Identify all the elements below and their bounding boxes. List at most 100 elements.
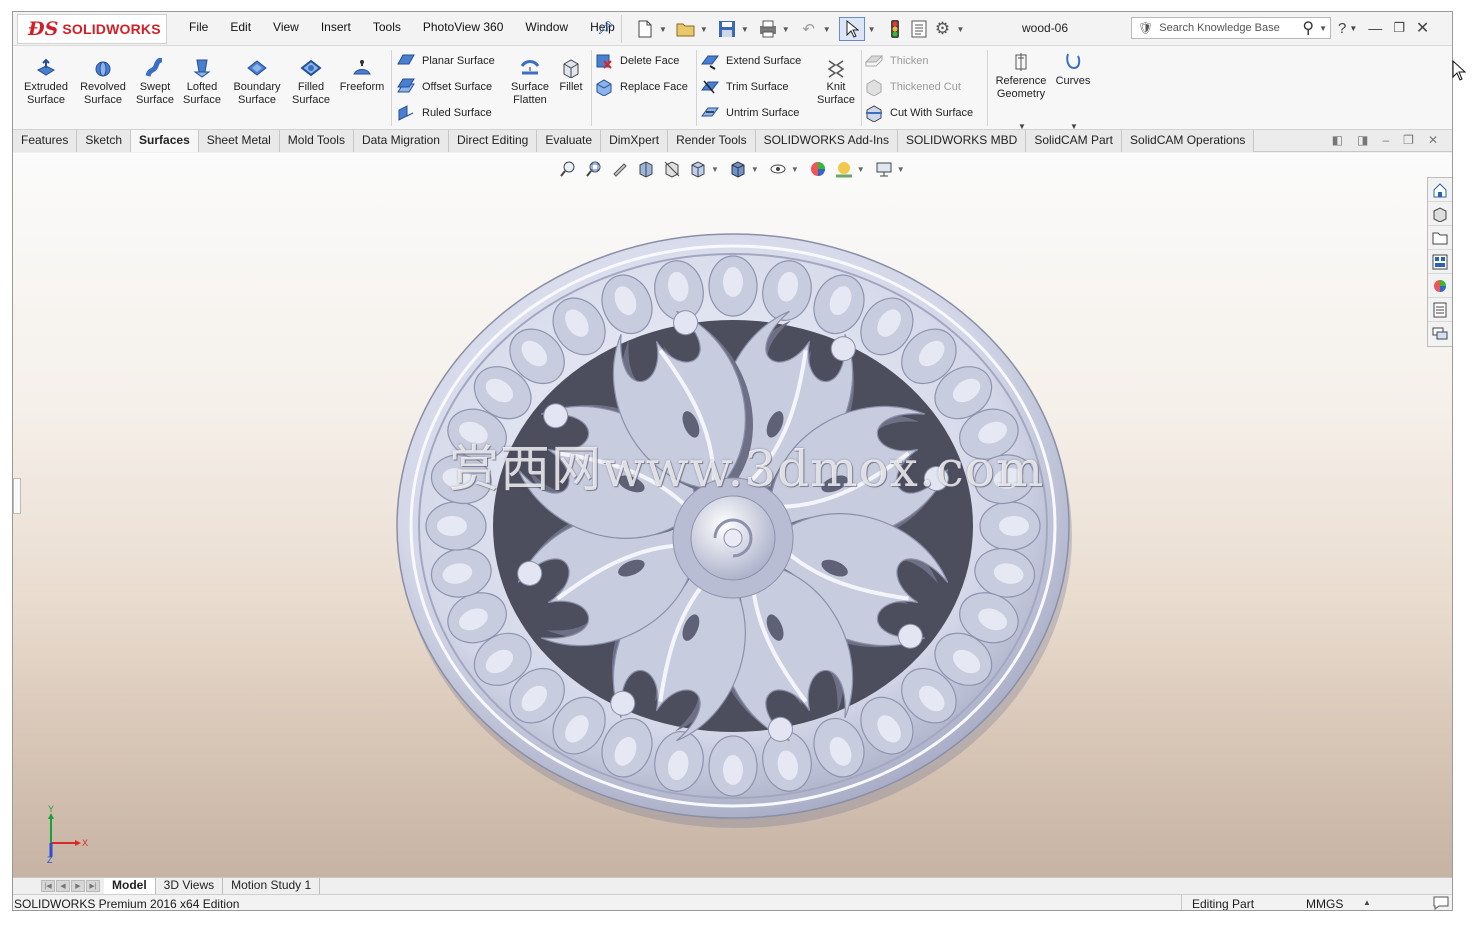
menu-file[interactable]: File <box>189 20 208 34</box>
select-dropdown-icon[interactable]: ▼ <box>868 25 876 34</box>
thicken-label: Thicken <box>890 55 929 67</box>
tab-data-migration[interactable]: Data Migration <box>353 130 449 152</box>
undo-icon[interactable]: ↶ <box>798 17 820 41</box>
search-dropdown-icon[interactable]: ▼ <box>1319 24 1327 33</box>
tab-evaluate[interactable]: Evaluate <box>537 130 602 152</box>
untrim-surface-button[interactable]: Untrim Surface <box>701 103 799 123</box>
boundary-surface-button[interactable]: Boundary Surface <box>228 58 286 107</box>
viewport-minimize-icon[interactable]: – <box>1382 133 1389 147</box>
dock-right-icon[interactable]: ◨ <box>1357 133 1368 147</box>
new-dropdown-icon[interactable]: ▼ <box>659 25 667 34</box>
menu-insert[interactable]: Insert <box>321 20 351 34</box>
print-dropdown-icon[interactable]: ▼ <box>782 25 790 34</box>
freeform-button[interactable]: Freeform <box>333 58 391 94</box>
replace-face-button[interactable]: Replace Face <box>595 77 688 97</box>
tab-sheet-metal[interactable]: Sheet Metal <box>198 130 280 152</box>
reference-geometry-button[interactable]: Reference Geometry <box>993 52 1049 101</box>
tab-render-tools[interactable]: Render Tools <box>668 130 756 152</box>
solidworks-window: ƉS SOLIDWORKS File Edit View Insert Tool… <box>12 11 1453 911</box>
menu-edit[interactable]: Edit <box>230 20 251 34</box>
tab-sketch[interactable]: Sketch <box>77 130 132 152</box>
extend-surface-button[interactable]: Extend Surface <box>701 51 801 71</box>
undo-dropdown-icon[interactable]: ▼ <box>823 25 831 34</box>
delete-face-button[interactable]: Delete Face <box>595 51 679 71</box>
filled-surface-button[interactable]: Filled Surface <box>282 58 340 107</box>
graphics-area[interactable]: ▼ ▼ ▼ ▼ ▼ 赏西网www.3dmox.com Y X Z <box>13 153 1453 877</box>
units-selector[interactable]: MMGS <box>1306 897 1343 910</box>
save-icon[interactable] <box>716 17 738 41</box>
print-icon[interactable] <box>757 17 779 41</box>
triad-x-label: X <box>82 838 88 848</box>
scroll-first-icon[interactable]: |◀ <box>41 880 55 892</box>
tab-direct-editing[interactable]: Direct Editing <box>448 130 538 152</box>
scroll-last-icon[interactable]: ▶| <box>86 880 100 892</box>
cut-with-surface-button[interactable]: Cut With Surface <box>865 103 973 123</box>
solidworks-logo[interactable]: ƉS SOLIDWORKS <box>17 14 167 44</box>
offset-surface-button[interactable]: Offset Surface <box>397 77 492 97</box>
status-bar: SOLIDWORKS Premium 2016 x64 Edition Edit… <box>13 894 1452 910</box>
tab-surfaces[interactable]: Surfaces <box>131 130 199 152</box>
tab-motion-study[interactable]: Motion Study 1 <box>223 878 321 894</box>
tab-solidworks-mbd[interactable]: SOLIDWORKS MBD <box>897 130 1027 152</box>
tab-3d-views[interactable]: 3D Views <box>156 878 224 894</box>
tab-solidcam-part[interactable]: SolidCAM Part <box>1026 130 1123 152</box>
minimize-icon[interactable]: ― <box>1368 20 1382 36</box>
options-dropdown-icon[interactable]: ▼ <box>957 25 965 34</box>
carved-rosette-model[interactable] <box>13 153 1453 877</box>
search-input[interactable]: Search Knowledge Base <box>1159 22 1302 34</box>
restore-icon[interactable]: ❐ <box>1393 20 1405 36</box>
menu-photoview[interactable]: PhotoView 360 <box>423 20 504 34</box>
menu-view[interactable]: View <box>273 20 299 34</box>
trim-surface-button[interactable]: Trim Surface <box>701 77 789 97</box>
rebuild-traffic-light-icon[interactable] <box>884 17 906 41</box>
curves-button[interactable]: Curves <box>1047 52 1099 88</box>
help-icon[interactable]: ? <box>1338 20 1346 37</box>
ruled-surface-button[interactable]: Ruled Surface <box>397 103 492 123</box>
reference-geometry-label: Reference Geometry <box>995 75 1047 100</box>
revolved-surface-button[interactable]: Revolved Surface <box>74 58 132 107</box>
tab-features[interactable]: Features <box>13 130 78 152</box>
dock-left-icon[interactable]: ◧ <box>1332 133 1343 147</box>
extruded-surface-label: Extruded Surface <box>23 81 69 106</box>
file-properties-icon[interactable] <box>908 17 930 41</box>
open-folder-icon[interactable] <box>675 17 697 41</box>
untrim-surface-label: Untrim Surface <box>726 107 800 119</box>
options-gear-icon[interactable]: ⚙ <box>932 17 954 41</box>
tab-mold-tools[interactable]: Mold Tools <box>279 130 354 152</box>
ribbon-separator <box>591 50 592 126</box>
select-arrow-icon[interactable] <box>838 17 865 41</box>
tab-dimxpert[interactable]: DimXpert <box>601 130 669 152</box>
viewport-close-icon[interactable]: ✕ <box>1428 133 1438 147</box>
chat-bubble-icon[interactable] <box>1433 896 1449 910</box>
scroll-prev-icon[interactable]: ◀ <box>56 880 70 892</box>
lofted-surface-button[interactable]: Lofted Surface <box>173 58 231 107</box>
planar-surface-button[interactable]: Planar Surface <box>397 51 495 71</box>
thicken-button[interactable]: Thicken <box>865 51 929 71</box>
search-knowledge-base[interactable]: 🛡︎ Search Knowledge Base ⚲ ▼ <box>1131 17 1331 39</box>
trim-surface-icon <box>701 80 719 94</box>
tab-solidworks-add-ins[interactable]: SOLIDWORKS Add-Ins <box>755 130 898 152</box>
lofted-surface-icon <box>193 59 211 78</box>
menu-tools[interactable]: Tools <box>373 20 401 34</box>
scroll-next-icon[interactable]: ▶ <box>71 880 85 892</box>
pin-icon[interactable]: 📌︎ <box>597 20 614 36</box>
fillet-button[interactable]: Fillet <box>551 58 591 94</box>
viewport-restore-icon[interactable]: ❐ <box>1403 133 1414 147</box>
knit-surface-button[interactable]: Knit Surface <box>808 58 864 107</box>
watermark-text: 赏西网www.3dmox.com <box>449 440 1045 498</box>
new-document-icon[interactable] <box>634 17 656 41</box>
units-dropdown-icon[interactable]: ▲ <box>1363 898 1371 907</box>
offset-surface-icon <box>397 78 415 93</box>
tab-model[interactable]: Model <box>104 878 156 894</box>
menu-window[interactable]: Window <box>525 20 568 34</box>
ds-logo-icon: ƉS <box>28 18 59 40</box>
save-dropdown-icon[interactable]: ▼ <box>741 25 749 34</box>
open-dropdown-icon[interactable]: ▼ <box>700 25 708 34</box>
extruded-surface-button[interactable]: Extruded Surface <box>17 58 75 107</box>
extruded-surface-icon <box>36 58 56 76</box>
search-icon[interactable]: ⚲ <box>1302 18 1314 38</box>
thickened-cut-button[interactable]: Thickened Cut <box>865 77 961 97</box>
close-icon[interactable]: ✕ <box>1416 18 1429 38</box>
help-dropdown-icon[interactable]: ▼ <box>1349 24 1357 33</box>
tab-solidcam-operations[interactable]: SolidCAM Operations <box>1122 130 1255 152</box>
